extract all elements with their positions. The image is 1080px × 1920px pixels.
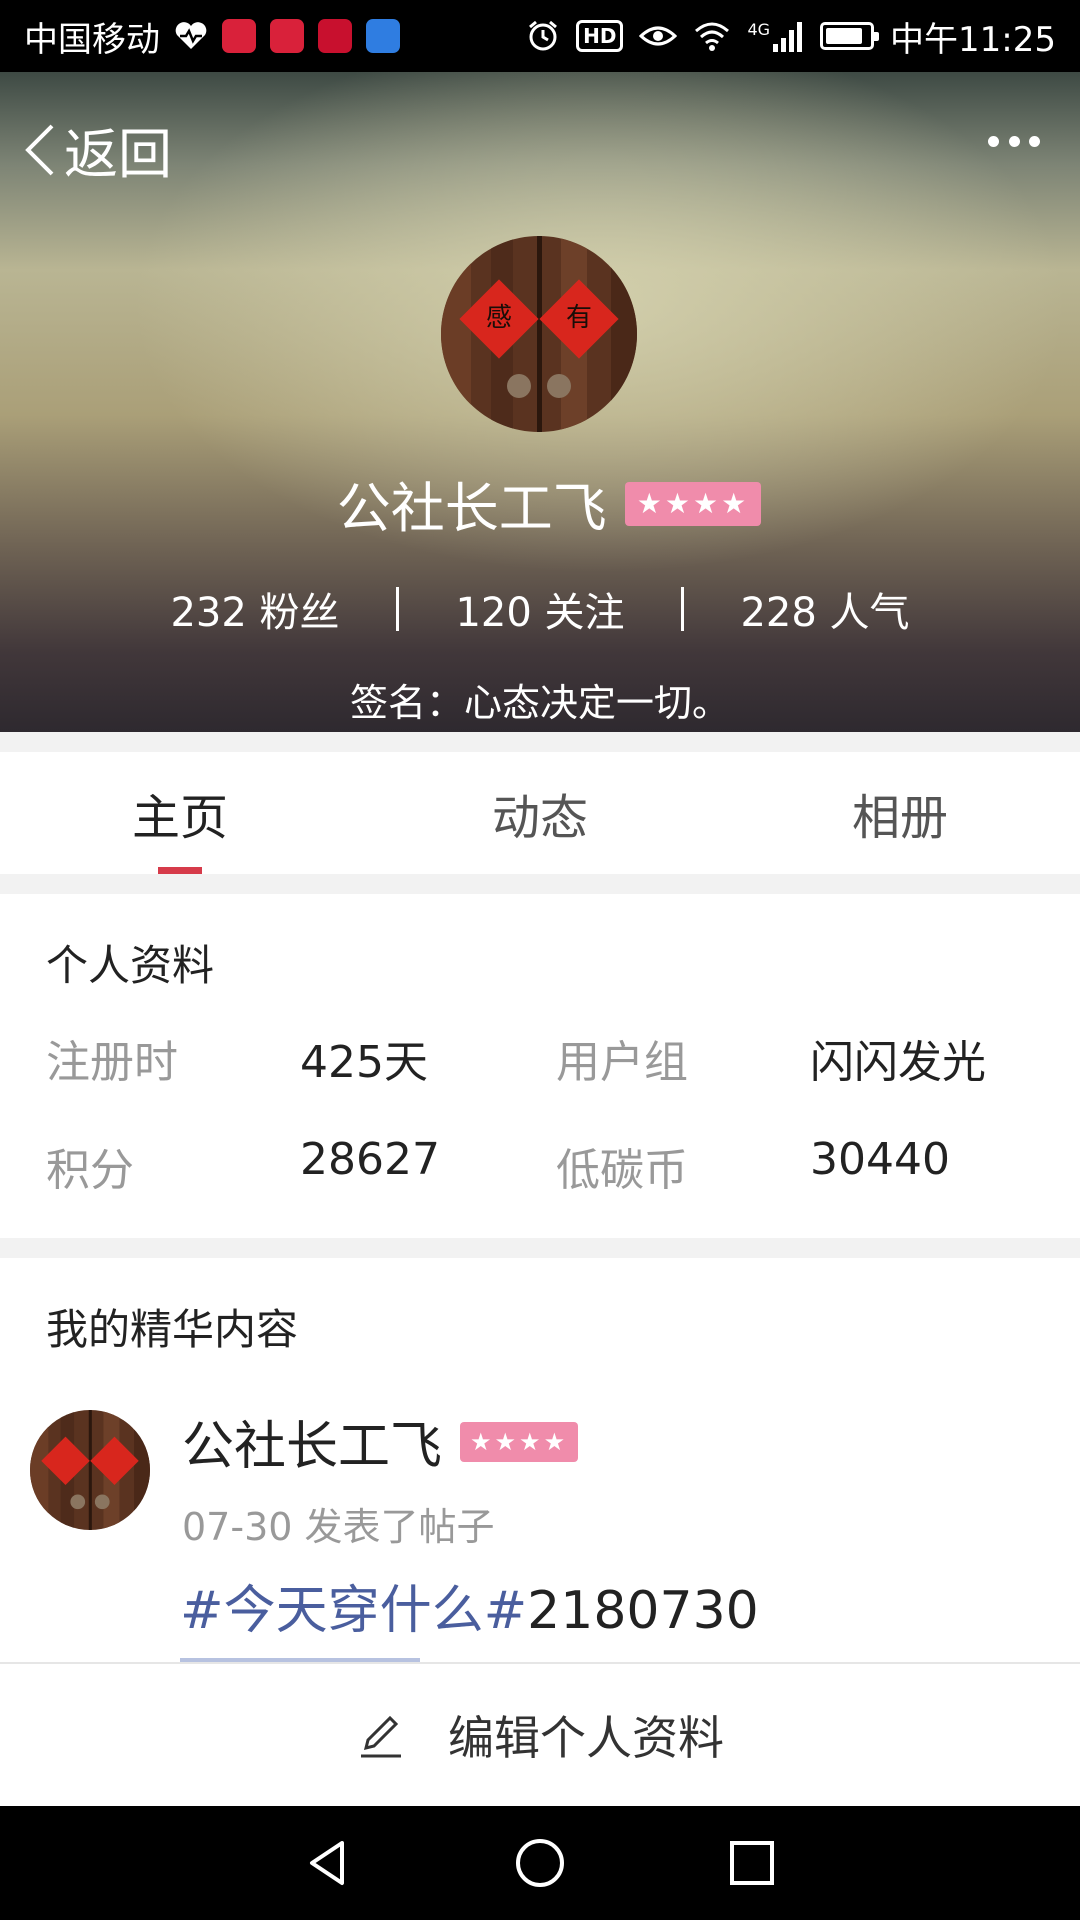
status-bar: 中国移动 HD 4G 中午11:25 bbox=[0, 0, 1080, 72]
stats-row: 232 粉丝 120 关注 228 人气 bbox=[0, 580, 1080, 638]
signature: 签名：心态决定一切。 bbox=[349, 681, 730, 725]
featured-content-section: 我的精华内容 公社长工飞 ★★★★ 07-30 发表了帖子 #今天穿什么#218… bbox=[0, 1258, 1080, 1662]
stat-count: 228 bbox=[740, 590, 817, 636]
post-title-suffix: 2180730 bbox=[527, 1581, 759, 1641]
stat-count: 120 bbox=[455, 590, 532, 636]
svg-text:有: 有 bbox=[566, 303, 592, 333]
carrier-label: 中国移动 bbox=[24, 19, 160, 60]
section-title: 个人资料 bbox=[46, 941, 215, 990]
chevron-left-icon bbox=[25, 124, 54, 175]
nav-recents-icon[interactable] bbox=[726, 1837, 778, 1889]
stat-label: 人气 bbox=[829, 590, 910, 636]
edit-profile-button[interactable]: 编辑个人资料 bbox=[0, 1662, 1080, 1806]
post-author-avatar[interactable] bbox=[30, 1410, 150, 1530]
nav-home-icon[interactable] bbox=[514, 1837, 566, 1889]
avatar-door-image bbox=[30, 1410, 150, 1530]
eye-icon bbox=[639, 26, 678, 46]
profile-tabs: 主页 动态 相册 bbox=[0, 752, 1080, 874]
post-hashtag[interactable]: #今天穿什么# bbox=[180, 1581, 527, 1641]
huawei-app-icon bbox=[222, 19, 256, 53]
post-author-row: 公社长工飞 ★★★★ bbox=[182, 1404, 579, 1479]
info-label: 积分 bbox=[46, 1145, 134, 1196]
signal-icon bbox=[773, 22, 803, 52]
health-heart-icon bbox=[175, 22, 207, 49]
battery-icon bbox=[820, 22, 880, 50]
section-title: 我的精华内容 bbox=[46, 1305, 299, 1354]
info-label: 低碳币 bbox=[556, 1145, 688, 1196]
clock-label: 中午11:25 bbox=[890, 19, 1056, 60]
profile-info-section: 个人资料 注册时 425天 用户组 闪闪发光 积分 28627 低碳币 3044… bbox=[0, 894, 1080, 1238]
username-row: 公社长工飞 ★★★★ bbox=[0, 464, 1080, 543]
info-value: 闪闪发光 bbox=[810, 1037, 986, 1088]
info-value: 30440 bbox=[810, 1134, 950, 1185]
level-stars-badge: ★★★★ bbox=[460, 1421, 579, 1462]
more-dots-icon[interactable] bbox=[988, 134, 1040, 148]
stat-label: 关注 bbox=[544, 590, 625, 636]
stat-popularity[interactable]: 228 人气 bbox=[684, 580, 966, 638]
stat-followers[interactable]: 232 粉丝 bbox=[114, 580, 396, 638]
wifi-icon bbox=[695, 22, 730, 51]
alarm-icon bbox=[529, 20, 558, 51]
tab-album[interactable]: 相册 bbox=[720, 752, 1080, 874]
info-value: 425天 bbox=[300, 1037, 428, 1088]
stat-label: 粉丝 bbox=[259, 590, 340, 636]
pencil-icon bbox=[361, 1715, 401, 1758]
info-label: 用户组 bbox=[556, 1037, 688, 1088]
stat-following[interactable]: 120 关注 bbox=[399, 580, 681, 638]
info-value: 28627 bbox=[300, 1134, 440, 1185]
back-button[interactable]: 返回 bbox=[22, 110, 172, 189]
network-type-label: 4G bbox=[747, 20, 771, 39]
stat-count: 232 bbox=[170, 590, 247, 636]
avatar-door-image: 感 有 bbox=[441, 236, 637, 432]
username: 公社长工飞 bbox=[336, 477, 607, 540]
nav-back-icon[interactable] bbox=[302, 1837, 354, 1889]
tab-home[interactable]: 主页 bbox=[0, 752, 360, 874]
post-meta: 07-30 发表了帖子 bbox=[182, 1505, 495, 1549]
level-stars-badge: ★★★★ bbox=[624, 481, 762, 526]
svg-text:感: 感 bbox=[486, 303, 512, 333]
back-label: 返回 bbox=[64, 123, 172, 186]
profile-header: 返回 感 有 公社长工飞 ★★★★ 232 粉丝 120 关注 228 人气 签… bbox=[0, 72, 1080, 732]
system-nav-bar bbox=[0, 1806, 1080, 1920]
avatar[interactable]: 感 有 bbox=[441, 236, 637, 432]
post-title[interactable]: #今天穿什么#2180730 bbox=[180, 1568, 759, 1643]
blue-app-icon bbox=[366, 19, 400, 53]
edit-profile-label: 编辑个人资料 bbox=[448, 1711, 724, 1765]
toutiao-app-icon bbox=[270, 19, 304, 53]
info-label: 注册时 bbox=[46, 1037, 178, 1088]
hd-badge: HD bbox=[576, 20, 624, 52]
tab-activity[interactable]: 动态 bbox=[360, 752, 720, 874]
post-author-name[interactable]: 公社长工飞 bbox=[182, 1404, 442, 1479]
news-app-icon bbox=[318, 19, 352, 53]
